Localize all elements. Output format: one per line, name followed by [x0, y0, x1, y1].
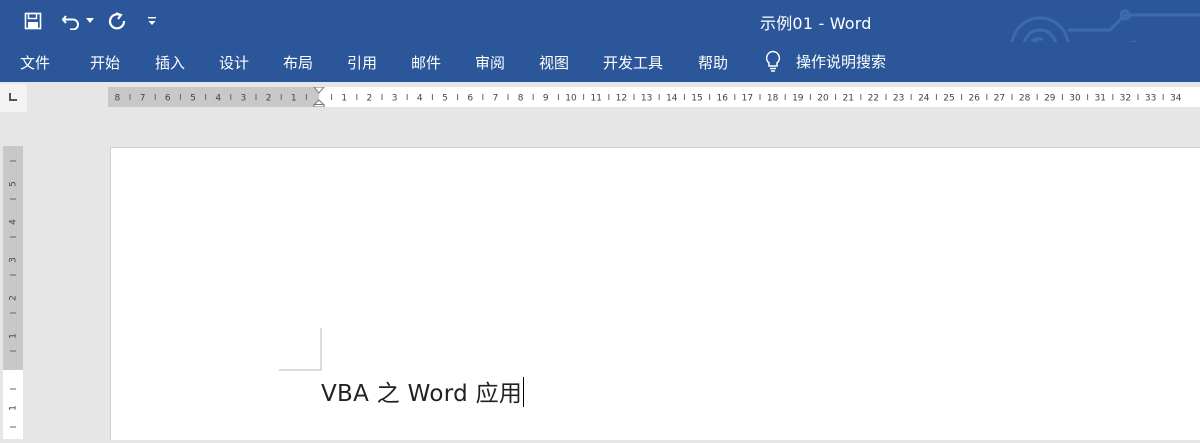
ruler-label: 5 [9, 181, 19, 187]
vertical-ruler[interactable]: 5 4 3 2 1 1 [3, 146, 23, 439]
redo-button[interactable] [104, 0, 130, 42]
ruler-label: 7 [140, 94, 146, 104]
save-icon [24, 12, 42, 30]
left-indent-marker[interactable] [313, 104, 325, 108]
ruler-label: 14 [666, 94, 678, 104]
ruler-label: 29 [1044, 94, 1056, 104]
ruler-label: 3 [9, 257, 19, 263]
ruler-label: 1 [341, 94, 347, 104]
ruler-label: 24 [918, 94, 930, 104]
tell-me-search[interactable]: 操作说明搜索 [764, 50, 886, 72]
ruler-label: 3 [241, 94, 247, 104]
ruler-label: 25 [943, 94, 954, 104]
ruler-label: 13 [641, 94, 652, 104]
ruler-label: 2 [266, 94, 272, 104]
ruler-label: 19 [792, 94, 804, 104]
ruler-label: 3 [392, 94, 398, 104]
ruler-label: 4 [417, 94, 423, 104]
window-title: 示例01 - Word [760, 14, 872, 33]
ruler-label: 1 [9, 333, 19, 339]
text-cursor [523, 377, 525, 407]
ruler-label: 4 [215, 94, 221, 104]
ruler-label: 30 [1069, 94, 1081, 104]
ruler-label: 8 [115, 94, 121, 104]
ruler-label: 4 [9, 219, 19, 225]
customize-qat-icon [148, 17, 156, 25]
undo-button[interactable] [58, 0, 84, 42]
ruler-label: 32 [1120, 94, 1131, 104]
tell-me-label: 操作说明搜索 [796, 52, 887, 71]
horizontal-ruler[interactable]: 8 7 6 5 4 3 2 1 1 2 3 4 5 6 7 8 9 10 11 12 13 14 15 16 17 18 19 20 2… [108, 86, 1200, 108]
ruler-label: 5 [442, 94, 448, 104]
ruler-label: 1 [9, 405, 19, 411]
tab-developer[interactable]: 开发工具 [603, 52, 663, 73]
ruler-label: 6 [467, 94, 473, 104]
document-text[interactable]: VBA 之 Word 应用 [321, 374, 525, 408]
ruler-label: 2 [9, 295, 19, 301]
tab-file[interactable]: 文件 [20, 52, 50, 73]
left-tab-icon [9, 93, 17, 101]
save-button[interactable] [20, 0, 46, 42]
undo-icon [61, 15, 79, 30]
tab-review[interactable]: 审阅 [475, 52, 505, 73]
chevron-down-icon [86, 18, 94, 23]
ruler-label: 20 [817, 94, 829, 104]
ruler-label: 9 [543, 94, 549, 104]
ruler-label: 27 [994, 94, 1005, 104]
ruler-label: 31 [1094, 94, 1105, 104]
tab-design[interactable]: 设计 [219, 52, 249, 73]
tab-view[interactable]: 视图 [539, 52, 569, 73]
lightbulb-icon [765, 50, 781, 72]
undo-dropdown-button[interactable] [84, 0, 96, 42]
ruler-label: 7 [493, 94, 499, 104]
ruler-label: 21 [842, 94, 853, 104]
ruler-label: 1 [291, 94, 297, 104]
tab-stop-selector[interactable] [0, 84, 27, 112]
document-text-content: VBA 之 Word 应用 [321, 381, 523, 407]
ribbon-tabs: 文件 开始 插入 设计 布局 引用 邮件 审阅 视图 开发工具 帮助 操作说明搜… [0, 42, 1200, 82]
tab-layout[interactable]: 布局 [283, 52, 313, 73]
ruler-label: 6 [165, 94, 171, 104]
tab-references[interactable]: 引用 [347, 52, 377, 73]
document-page[interactable]: VBA 之 Word 应用 [110, 147, 1200, 440]
ruler-label: 26 [968, 94, 980, 104]
ruler-label: 22 [868, 94, 879, 104]
redo-icon [108, 12, 126, 30]
ruler-label: 5 [190, 94, 196, 104]
ruler-label: 23 [893, 94, 904, 104]
ruler-label: 8 [518, 94, 524, 104]
ruler-label: 17 [742, 94, 753, 104]
customize-qat-button[interactable] [144, 0, 160, 42]
tab-home[interactable]: 开始 [90, 52, 120, 73]
ruler-label: 33 [1145, 94, 1156, 104]
ruler-label: 34 [1170, 94, 1182, 104]
ruler-label: 2 [367, 94, 373, 104]
ruler-label: 16 [716, 94, 728, 104]
ruler-label: 11 [590, 94, 601, 104]
tab-help[interactable]: 帮助 [698, 52, 728, 73]
ruler-label: 12 [616, 94, 627, 104]
tab-insert[interactable]: 插入 [155, 52, 185, 73]
tab-mailings[interactable]: 邮件 [411, 52, 441, 73]
ruler-label: 18 [767, 94, 779, 104]
ruler-label: 15 [691, 94, 702, 104]
margin-crop-mark [279, 328, 322, 371]
ruler-label: 10 [565, 94, 577, 104]
ruler-label: 28 [1019, 94, 1031, 104]
